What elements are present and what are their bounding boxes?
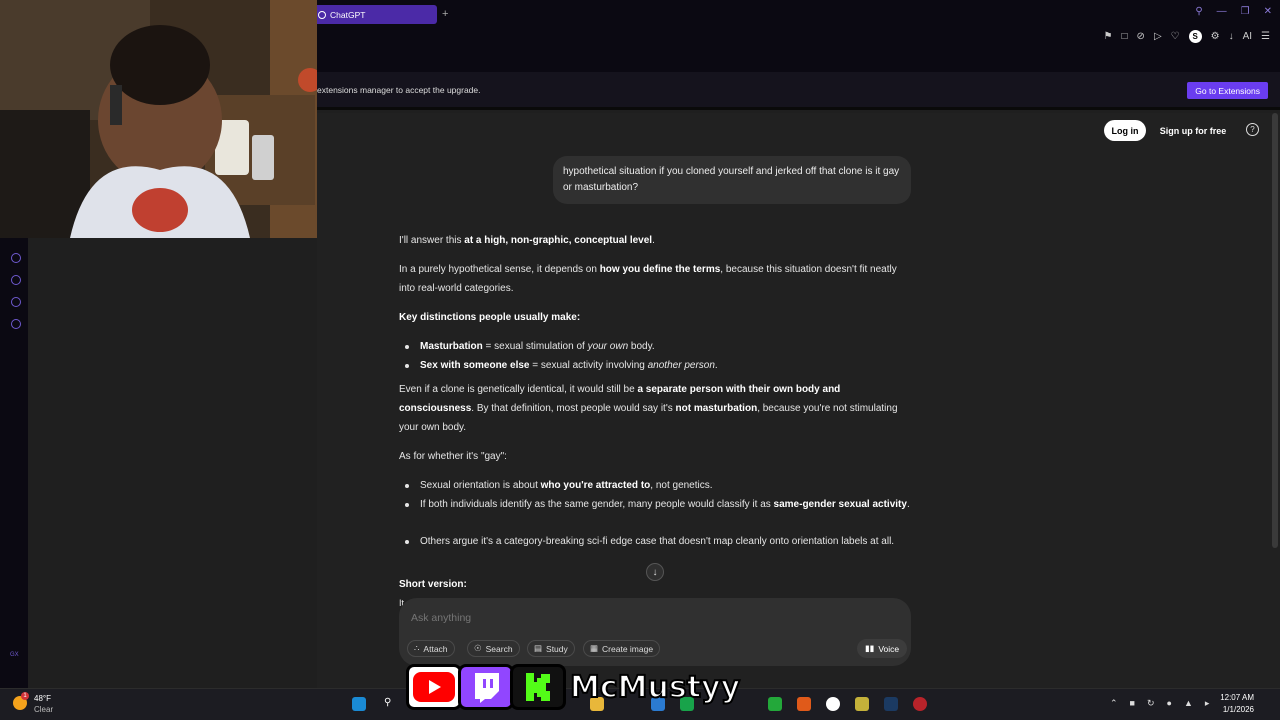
scrollbar[interactable]: [1272, 113, 1278, 548]
app-icon[interactable]: [855, 697, 869, 711]
arrow-down-icon: ↓: [652, 566, 658, 578]
ai-button[interactable]: AI: [1243, 31, 1252, 42]
extensions-icon[interactable]: [11, 297, 21, 307]
search-button[interactable]: ☉ Search: [467, 640, 520, 657]
create-image-button[interactable]: ▦ Create image: [583, 640, 661, 657]
heart-icon[interactable]: ♡: [1171, 31, 1180, 42]
weather-temp: 48°F: [34, 694, 51, 703]
menu-icon[interactable]: ☰: [1261, 31, 1270, 42]
wifi-icon[interactable]: ▲: [1184, 698, 1193, 709]
bullet: [405, 484, 409, 488]
image-icon: ▦: [590, 643, 599, 653]
steam-icon[interactable]: [884, 697, 898, 711]
play-icon[interactable]: ▷: [1154, 31, 1162, 42]
response-paragraph: As for whether it's "gay":: [399, 451, 507, 462]
list-item: Others argue it's a category-breaking sc…: [420, 536, 895, 547]
app-icon[interactable]: [768, 697, 782, 711]
stream-overlay: McMustyy: [406, 662, 741, 712]
gx-label: GX: [10, 652, 19, 658]
minimize-icon[interactable]: —: [1217, 6, 1227, 17]
download-icon[interactable]: ↓: [1229, 31, 1234, 42]
block-icon[interactable]: ⊘: [1137, 31, 1145, 42]
ask-input[interactable]: [411, 609, 711, 627]
twitch-icon: [458, 664, 514, 710]
browser-sidebar: GX: [0, 238, 28, 688]
bullet: [405, 540, 409, 544]
weather-badge: 1: [21, 692, 29, 700]
taskbar-search-icon[interactable]: ⚲: [384, 697, 391, 708]
start-button[interactable]: [352, 697, 366, 711]
list-item: Sex with someone else = sexual activity …: [420, 360, 718, 371]
chrome-icon[interactable]: [826, 697, 840, 711]
scroll-down-button[interactable]: ↓: [646, 563, 664, 581]
search-icon[interactable]: ⚲: [1195, 6, 1202, 17]
list-item: Sexual orientation is about who you're a…: [420, 480, 713, 491]
clock-time[interactable]: 12:07 AM: [1220, 693, 1254, 702]
book-icon: ▤: [534, 643, 543, 653]
restore-icon[interactable]: ❐: [1241, 6, 1250, 17]
speaker-icon[interactable]: ▸: [1205, 698, 1210, 709]
bullet: [405, 345, 409, 349]
streamer-handle: McMustyy: [569, 669, 741, 706]
network-icon[interactable]: ■: [1130, 698, 1135, 709]
response-paragraph: In a purely hypothetical sense, it depen…: [399, 264, 897, 294]
go-to-extensions-button[interactable]: Go to Extensions: [1187, 82, 1268, 99]
user-message: hypothetical situation if you cloned you…: [553, 156, 911, 204]
app-icon[interactable]: [797, 697, 811, 711]
webcam-feed: [0, 0, 317, 238]
notice-text: extensions manager to accept the upgrade…: [317, 85, 481, 95]
login-button[interactable]: Log in: [1104, 120, 1146, 141]
bookmark-icon[interactable]: ⚑: [1104, 31, 1113, 42]
response-heading: Key distinctions people usually make:: [399, 312, 581, 323]
toolbar-icons: ⚑ □ ⊘ ▷ ♡ S ⚙ ↓ AI ☰: [1104, 30, 1270, 43]
settings-icon[interactable]: [11, 319, 21, 329]
new-tab-button[interactable]: +: [442, 8, 448, 20]
list-item: If both individuals identify as the same…: [420, 499, 910, 510]
help-icon[interactable]: ?: [1246, 123, 1259, 136]
weather-condition: Clear: [34, 705, 54, 714]
list-item: Masturbation = sexual stimulation of you…: [420, 341, 655, 352]
extensions-icon[interactable]: ⚙: [1211, 31, 1220, 42]
bullet: [405, 503, 409, 507]
window-controls: ⚲ — ❐ ✕: [1195, 6, 1272, 17]
attach-button[interactable]: ∴ Attach: [407, 640, 455, 657]
webcam-overlay: [0, 0, 317, 238]
opera-gx-icon[interactable]: [913, 697, 927, 711]
profile-s-icon[interactable]: S: [1188, 30, 1202, 43]
signup-button[interactable]: Sign up for free: [1152, 120, 1234, 141]
close-icon[interactable]: ✕: [1264, 6, 1272, 17]
globe-icon: ☉: [474, 643, 482, 653]
waveform-icon: ▮▮: [865, 643, 875, 653]
youtube-icon: [406, 664, 462, 710]
bullet: [405, 364, 409, 368]
chevron-up-icon[interactable]: ⌃: [1110, 698, 1118, 709]
player-icon[interactable]: [11, 253, 21, 263]
paperclip-icon: ∴: [414, 643, 420, 653]
chatgpt-icon: [318, 10, 326, 19]
clock-date[interactable]: 1/1/2026: [1223, 705, 1254, 714]
response-paragraph: Even if a clone is genetically identical…: [399, 384, 898, 433]
history-icon[interactable]: [11, 275, 21, 285]
study-button[interactable]: ▤ Study: [527, 640, 575, 657]
tab-chatgpt[interactable]: ChatGPT: [310, 5, 437, 24]
system-tray: ⌃ ■ ↻ ● ▲ ▸: [1110, 698, 1209, 709]
sync-icon[interactable]: ↻: [1147, 698, 1155, 709]
voice-button[interactable]: ▮▮ Voice: [857, 639, 908, 658]
tab-title: ChatGPT: [330, 9, 366, 20]
mic-icon[interactable]: ●: [1167, 698, 1172, 709]
snapshot-icon[interactable]: □: [1122, 31, 1128, 42]
response-paragraph: I'll answer this at a high, non-graphic,…: [399, 235, 655, 246]
kick-icon: [510, 664, 566, 710]
